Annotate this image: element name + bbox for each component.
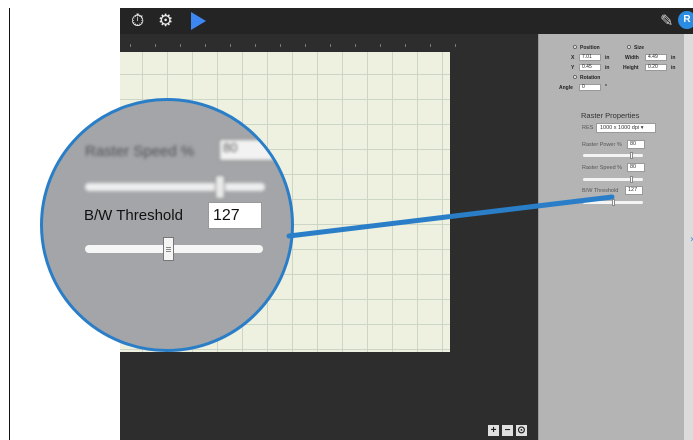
rotation-toggle[interactable]: [573, 75, 577, 79]
res-select[interactable]: 1000 x 1000 dpi ▾: [596, 123, 656, 133]
ruler-tick: [180, 44, 181, 47]
ruler-tick: [330, 44, 331, 47]
magnified-threshold-slider: [85, 245, 263, 253]
height-input[interactable]: 0.20: [645, 64, 667, 71]
magnified-threshold-input: 127: [208, 202, 262, 229]
gear-icon[interactable]: ⚙: [158, 11, 173, 31]
x-label: X: [571, 55, 575, 61]
size-toggle[interactable]: [627, 45, 631, 49]
ruler-tick: [230, 44, 231, 47]
magnified-threshold-label: B/W Threshold: [84, 207, 183, 224]
app-frame: ⏱ ⚙ ✎ R +−⊙ › Position Size X 7.01 in Wi…: [9, 8, 693, 440]
ruler-tick: [305, 44, 306, 47]
magnified-speed-thumb: [215, 175, 225, 199]
size-label: Size: [634, 45, 645, 51]
raster-speed-label: Raster Speed %: [582, 165, 623, 171]
y-unit: in: [605, 65, 610, 71]
y-input[interactable]: 0.45: [579, 64, 601, 71]
position-toggle[interactable]: [573, 45, 577, 49]
caret-down-icon: ▾: [640, 125, 644, 131]
magnified-speed-label: Raster Speed %: [85, 143, 195, 160]
raster-speed-input[interactable]: 80: [627, 163, 645, 172]
ruler-tick: [355, 44, 356, 47]
res-label: RES: [582, 125, 594, 131]
position-label: Position: [580, 45, 600, 51]
zoom-in-button[interactable]: +: [488, 425, 499, 436]
width-label: Width: [625, 55, 639, 61]
height-unit: in: [671, 65, 676, 71]
ruler-tick: [205, 44, 206, 47]
raster-power-thumb[interactable]: [630, 152, 633, 159]
ruler-tick: [405, 44, 406, 47]
height-label: Height: [623, 65, 639, 71]
ruler-tick: [155, 44, 156, 47]
stopwatch-icon[interactable]: ⏱: [131, 11, 144, 31]
magnified-speed-input: 80: [219, 139, 279, 161]
zoom-out-button[interactable]: −: [502, 425, 513, 436]
ruler-tick: [255, 44, 256, 47]
angle-unit: °: [605, 84, 607, 90]
width-input[interactable]: 4.49: [645, 54, 667, 61]
x-input[interactable]: 7.01: [579, 54, 601, 61]
ruler-tick: [380, 44, 381, 47]
pencil-icon[interactable]: ✎: [660, 11, 673, 30]
magnified-threshold-thumb: [163, 237, 174, 261]
bw-threshold-slider[interactable]: [583, 199, 643, 206]
logo-icon[interactable]: R: [678, 11, 693, 29]
width-unit: in: [671, 55, 676, 61]
x-unit: in: [605, 55, 610, 61]
zoom-fit-button[interactable]: ⊙: [516, 425, 527, 436]
ruler-tick: [430, 44, 431, 47]
rotation-label: Rotation: [580, 75, 601, 81]
bw-threshold-label: B/W Threshold: [582, 188, 619, 194]
ruler-tick: [130, 44, 131, 47]
raster-speed-thumb[interactable]: [630, 176, 633, 183]
angle-label: Angle: [559, 85, 573, 91]
properties-panel: › Position Size X 7.01 in Width 4.49 in …: [538, 34, 693, 440]
res-value: 1000 x 1000 dpi: [600, 125, 640, 131]
ruler-tick: [280, 44, 281, 47]
y-label: Y: [571, 65, 575, 71]
angle-input[interactable]: 0: [579, 84, 601, 91]
zoom-controls: + − ⊙: [488, 420, 530, 436]
top-toolbar: ⏱ ⚙ ✎ R: [120, 8, 693, 34]
raster-properties-title: Raster Properties: [581, 111, 640, 120]
magnifier-callout: Raster Speed % 80 B/W Threshold 127: [40, 98, 294, 352]
ruler-tick: [455, 44, 456, 47]
bw-threshold-thumb[interactable]: [612, 199, 615, 206]
raster-power-slider[interactable]: [583, 152, 643, 159]
raster-speed-slider[interactable]: [583, 176, 643, 183]
magnified-speed-slider: [85, 183, 265, 191]
play-icon[interactable]: [191, 12, 206, 30]
raster-power-label: Raster Power %: [582, 142, 622, 148]
bw-threshold-input[interactable]: 127: [625, 186, 643, 195]
raster-power-input[interactable]: 80: [627, 140, 645, 149]
